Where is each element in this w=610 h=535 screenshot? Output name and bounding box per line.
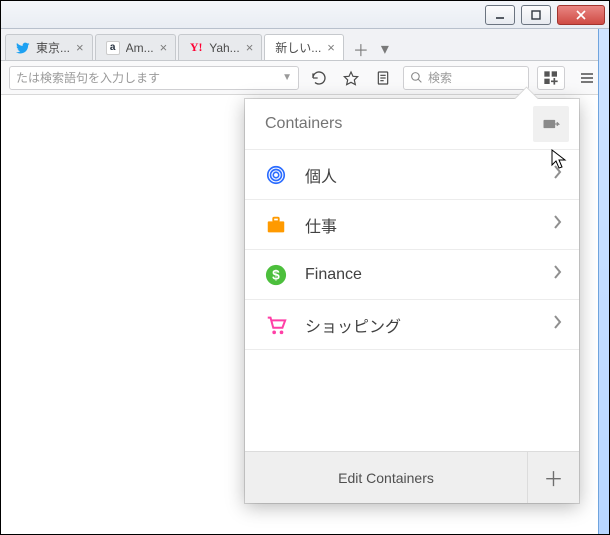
tab-strip: 東京... × a Am... × Y! Yah... × 新しい... × ＋… (1, 29, 609, 61)
container-item-shopping[interactable]: ショッピング (245, 299, 579, 349)
url-bar[interactable]: たは検索語句を入力します ▼ (9, 66, 299, 90)
panel-footer: Edit Containers ＋ (245, 451, 579, 503)
container-label: 仕事 (305, 213, 535, 237)
tab-label: 東京... (36, 39, 70, 56)
panel-header-icon[interactable] (533, 106, 569, 142)
urlbar-dropdown-icon[interactable]: ▼ (282, 72, 292, 83)
tab-label: Yah... (209, 41, 239, 55)
panel-header: Containers (245, 99, 579, 149)
tab-label: 新しい... (275, 39, 321, 56)
new-tab-button[interactable]: ＋ (348, 38, 374, 60)
containers-panel: Containers 個人 仕事 $ (245, 99, 579, 503)
edit-containers-button[interactable]: Edit Containers (245, 470, 527, 486)
twitter-icon (16, 41, 30, 55)
container-label: Finance (305, 266, 535, 284)
chevron-right-icon (553, 265, 563, 284)
close-button[interactable] (557, 5, 605, 25)
container-item-personal[interactable]: 個人 (245, 149, 579, 199)
cart-icon (265, 314, 287, 336)
add-container-button[interactable]: ＋ (527, 452, 579, 503)
tab-new[interactable]: 新しい... × (264, 34, 344, 60)
tab-close-icon[interactable]: × (76, 40, 84, 55)
tabs-dropdown-button[interactable]: ▾ (376, 38, 394, 60)
panel-title: Containers (265, 115, 342, 133)
amazon-icon: a (106, 41, 120, 55)
briefcase-icon (265, 214, 287, 236)
dollar-icon: $ (265, 264, 287, 286)
tab-close-icon[interactable]: × (327, 40, 335, 55)
chevron-right-icon (553, 315, 563, 334)
tab-yahoo[interactable]: Y! Yah... × (178, 34, 262, 60)
minimize-button[interactable] (485, 5, 515, 25)
firefox-window: 東京... × a Am... × Y! Yah... × 新しい... × ＋… (0, 0, 610, 535)
chevron-right-icon (553, 215, 563, 234)
svg-text:$: $ (272, 267, 280, 282)
url-placeholder: たは検索語句を入力します (16, 69, 160, 86)
hamburger-menu-button[interactable] (573, 66, 601, 90)
chevron-right-icon (553, 165, 563, 184)
reader-button[interactable] (371, 66, 395, 90)
search-bar[interactable]: 検索 (403, 66, 529, 90)
search-icon (410, 71, 423, 84)
container-item-work[interactable]: 仕事 (245, 199, 579, 249)
containers-icon (541, 114, 561, 134)
bookmark-star-button[interactable] (339, 66, 363, 90)
container-label: ショッピング (305, 313, 535, 337)
tab-close-icon[interactable]: × (246, 40, 254, 55)
grid-plus-icon (543, 70, 559, 86)
tab-twitter[interactable]: 東京... × (5, 34, 93, 60)
reload-button[interactable] (307, 66, 331, 90)
right-edge-strip (598, 29, 609, 534)
fingerprint-icon (265, 164, 287, 186)
search-placeholder: 検索 (428, 69, 452, 86)
container-label: 個人 (305, 163, 535, 187)
tab-amazon[interactable]: a Am... × (95, 34, 177, 60)
tab-close-icon[interactable]: × (160, 40, 168, 55)
panel-spacer (245, 349, 579, 451)
yahoo-icon: Y! (189, 41, 203, 55)
container-item-finance[interactable]: $ Finance (245, 249, 579, 299)
tab-label: Am... (126, 41, 154, 55)
hamburger-icon (579, 70, 595, 86)
window-titlebar (1, 1, 609, 29)
toolbar: たは検索語句を入力します ▼ 検索 (1, 61, 609, 95)
containers-toolbar-button[interactable] (537, 66, 565, 90)
maximize-button[interactable] (521, 5, 551, 25)
